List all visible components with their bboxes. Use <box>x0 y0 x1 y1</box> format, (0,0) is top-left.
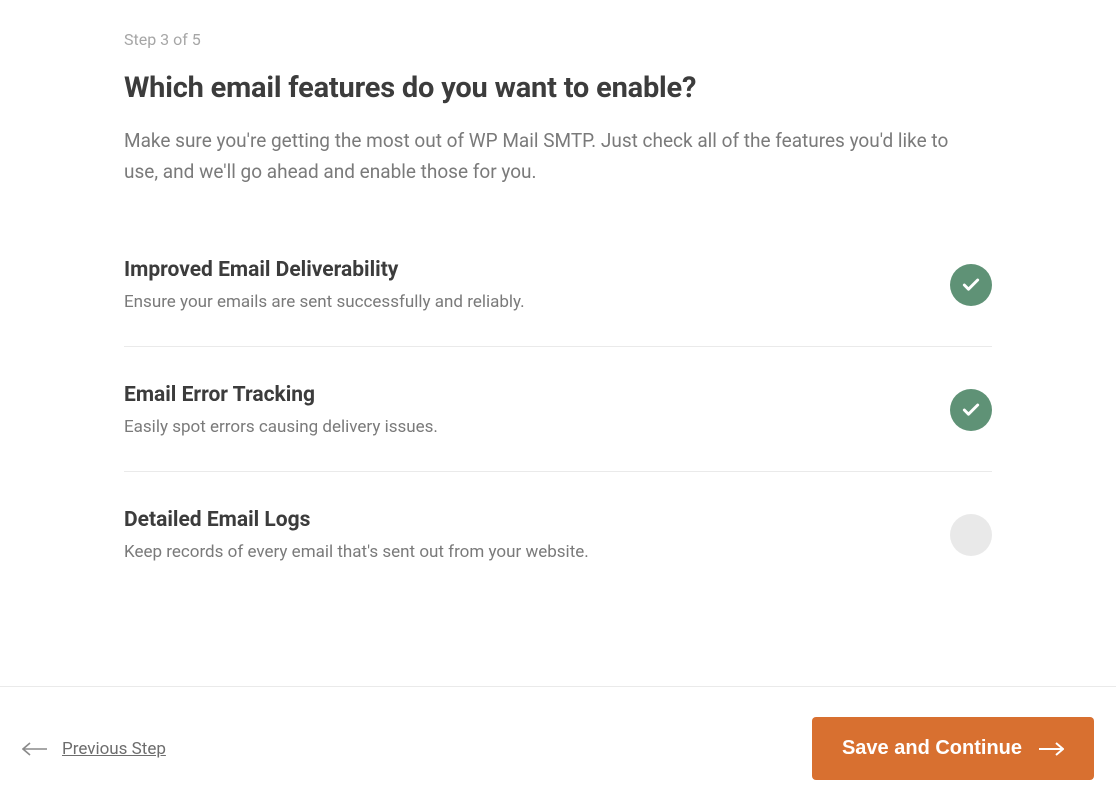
check-icon <box>961 275 981 295</box>
feature-toggle-deliverability[interactable] <box>950 264 992 306</box>
feature-text: Improved Email Deliverability Ensure you… <box>124 258 950 312</box>
feature-desc: Ensure your emails are sent successfully… <box>124 292 950 312</box>
step-indicator: Step 3 of 5 <box>124 30 992 49</box>
arrow-right-icon <box>1038 742 1064 756</box>
feature-toggle-email-logs[interactable] <box>950 514 992 556</box>
feature-title: Improved Email Deliverability <box>124 258 950 282</box>
previous-step-link[interactable]: Previous Step <box>22 739 166 759</box>
feature-row-error-tracking: Email Error Tracking Easily spot errors … <box>124 346 992 471</box>
page-subtext: Make sure you're getting the most out of… <box>124 125 984 188</box>
feature-list: Improved Email Deliverability Ensure you… <box>124 258 992 596</box>
save-continue-button[interactable]: Save and Continue <box>812 717 1094 780</box>
feature-text: Email Error Tracking Easily spot errors … <box>124 383 950 437</box>
feature-row-email-logs: Detailed Email Logs Keep records of ever… <box>124 471 992 596</box>
feature-row-deliverability: Improved Email Deliverability Ensure you… <box>124 258 992 346</box>
page-title: Which email features do you want to enab… <box>124 71 992 105</box>
feature-title: Email Error Tracking <box>124 383 950 407</box>
wizard-content: Step 3 of 5 Which email features do you … <box>0 0 1116 596</box>
feature-toggle-error-tracking[interactable] <box>950 389 992 431</box>
arrow-left-icon <box>22 742 48 756</box>
feature-desc: Easily spot errors causing delivery issu… <box>124 417 950 437</box>
check-icon <box>961 400 981 420</box>
feature-desc: Keep records of every email that's sent … <box>124 542 950 562</box>
feature-text: Detailed Email Logs Keep records of ever… <box>124 508 950 562</box>
feature-title: Detailed Email Logs <box>124 508 950 532</box>
wizard-footer: Previous Step Save and Continue <box>0 686 1116 805</box>
previous-step-label: Previous Step <box>62 739 166 759</box>
save-continue-label: Save and Continue <box>842 737 1022 760</box>
